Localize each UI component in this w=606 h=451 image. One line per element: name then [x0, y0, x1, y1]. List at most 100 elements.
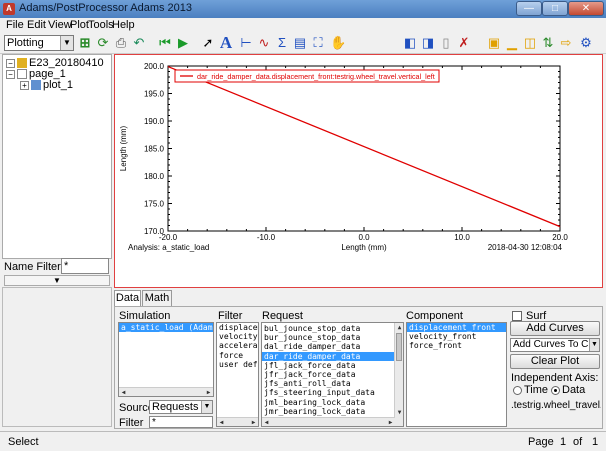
scroll-right-icon[interactable]: ▶ — [204, 388, 213, 396]
request-item[interactable]: jfr_jack_force_data — [262, 370, 403, 379]
menu-file[interactable]: File — [6, 19, 24, 31]
y-axis-label: Length (mm) — [119, 125, 128, 171]
collapse-icon[interactable]: − — [6, 69, 15, 79]
collapse-icon[interactable]: − — [6, 58, 15, 68]
page-forward-icon[interactable]: ◨ — [420, 35, 436, 51]
statistics-icon[interactable]: Σ — [274, 35, 290, 51]
request-item[interactable]: jfs_anti_roll_data — [262, 379, 403, 388]
expand-icon[interactable]: + — [20, 80, 29, 90]
reload-icon[interactable]: ⟳ — [95, 35, 111, 51]
component-item[interactable]: force_front — [407, 341, 506, 350]
text-annotation-icon[interactable]: A — [218, 34, 234, 51]
name-filter-dropdown[interactable]: ▼ — [4, 275, 110, 286]
new-page-icon[interactable]: ⊞ — [77, 35, 93, 51]
request-item[interactable]: jfl_jack_force_data — [262, 361, 403, 370]
page-label: Page — [528, 436, 554, 448]
fit-view-icon[interactable]: ⛶ — [310, 35, 326, 51]
filter-item[interactable]: displaceme — [217, 323, 258, 332]
filter-item[interactable]: velocity — [217, 332, 258, 341]
print-icon[interactable]: ⎙ — [113, 35, 129, 51]
tab-data[interactable]: Data — [114, 290, 141, 306]
request-item[interactable]: jfs_steering_input_data — [262, 388, 403, 397]
request-item[interactable]: jml_bearing_lock_data — [262, 398, 403, 407]
play-icon[interactable]: ▶ — [175, 35, 191, 51]
menu-help[interactable]: Help — [112, 19, 135, 31]
layout-full-icon[interactable]: ▣ — [486, 35, 502, 51]
menu-plot[interactable]: Plot — [70, 19, 89, 31]
component-item[interactable]: displacement_front — [407, 323, 506, 333]
layout-bottom-icon[interactable]: ▁ — [504, 35, 520, 51]
y-tick-label: 180.0 — [144, 172, 165, 181]
model-tree[interactable]: − E23_20180410 − page_1 + plot_1 — [2, 54, 112, 259]
x-tick-label: 10.0 — [454, 233, 470, 242]
request-list-vscrollbar[interactable]: ▲ ▼ — [394, 323, 403, 426]
plot-icon — [31, 80, 41, 91]
request-item[interactable]: jmr_bearing_lock_data — [262, 407, 403, 416]
component-item[interactable]: velocity_front — [407, 332, 506, 341]
window-title: Adams/PostProcessor Adams 2013 — [19, 2, 193, 14]
undo-icon[interactable]: ↶ — [131, 35, 147, 51]
request-item[interactable]: dar_ride_damper_data — [262, 351, 403, 361]
request-item[interactable]: bul_jounce_stop_data — [262, 324, 403, 333]
request-list-hscrollbar[interactable]: ◀ ▶ — [262, 417, 395, 426]
add-mode-select[interactable]: Add Curves To Current ▼ — [510, 338, 600, 352]
menu-view[interactable]: View — [48, 19, 72, 31]
request-header: Request — [262, 310, 303, 322]
scroll-left-icon[interactable]: ◀ — [217, 418, 226, 426]
filter-list[interactable]: displacemevelocityacceleratiforceuser de… — [216, 322, 259, 427]
chevron-down-icon: ▼ — [60, 36, 73, 50]
surf-checkbox[interactable] — [512, 311, 522, 321]
request-item[interactable]: dal_ride_damper_data — [262, 342, 403, 351]
minimize-button[interactable]: — — [516, 1, 542, 16]
close-button[interactable]: ✕ — [568, 1, 604, 16]
data-radio[interactable] — [551, 386, 560, 395]
scroll-right-icon[interactable]: ▶ — [386, 418, 395, 426]
component-list[interactable]: displacement_front velocity_front force_fr… — [406, 322, 507, 427]
page-back-icon[interactable]: ◧ — [402, 35, 418, 51]
page-delete-icon[interactable]: ✗ — [456, 35, 472, 51]
source-select[interactable]: Requests ▼ — [149, 400, 213, 414]
scroll-thumb[interactable] — [396, 333, 402, 361]
request-list[interactable]: bul_jounce_stop_data bur_jounce_stop_data… — [261, 322, 404, 427]
request-item[interactable]: bur_jounce_stop_data — [262, 333, 403, 342]
layout-split-icon[interactable]: ◫ — [522, 35, 538, 51]
simulation-item[interactable]: a_static_load (Adams — [119, 323, 213, 333]
left-lower-panel — [2, 287, 112, 427]
filter-item[interactable]: force — [217, 351, 258, 360]
pan-hand-icon[interactable]: ✋ — [330, 35, 346, 51]
chevron-down-icon: ▼ — [201, 401, 212, 413]
filter-item[interactable]: user defir — [217, 360, 258, 369]
page-new-icon[interactable]: ▯ — [438, 35, 454, 51]
curve-edit-icon[interactable]: ∿ — [256, 35, 272, 51]
rewind-icon[interactable]: ⏮ — [157, 35, 173, 51]
simulation-list[interactable]: a_static_load (Adams ◀ ▶ — [118, 322, 214, 397]
y-tick-label: 190.0 — [144, 117, 165, 126]
add-curves-button[interactable]: Add Curves — [510, 321, 600, 336]
simulation-filter-input[interactable] — [149, 416, 213, 428]
swap-arrows-icon[interactable]: ⇅ — [540, 35, 556, 51]
tab-math[interactable]: Math — [142, 290, 172, 306]
table-icon[interactable]: ▤ — [292, 35, 308, 51]
filter-item[interactable]: accelerati — [217, 341, 258, 350]
menu-tools[interactable]: Tools — [88, 19, 114, 31]
settings-gear-icon[interactable]: ⚙ — [578, 35, 594, 51]
tree-node-plot[interactable]: + plot_1 — [20, 79, 73, 91]
scroll-right-icon[interactable]: ▶ — [249, 418, 258, 426]
menu-edit[interactable]: Edit — [27, 19, 46, 31]
simulation-list-scrollbar[interactable]: ◀ ▶ — [119, 387, 213, 396]
clear-plot-button[interactable]: Clear Plot — [510, 354, 600, 369]
time-radio-label: Time — [524, 384, 549, 396]
select-arrow-icon[interactable]: ➚ — [200, 35, 216, 51]
import-icon[interactable]: ⇨ — [558, 35, 574, 51]
scroll-down-icon[interactable]: ▼ — [395, 408, 403, 417]
scroll-up-icon[interactable]: ▲ — [395, 323, 403, 332]
name-filter-input[interactable] — [61, 258, 109, 274]
plot-area[interactable]: 170.0 175.0 180.0 185.0 190.0 195.0 200.0 -20.0… — [114, 54, 603, 288]
scroll-left-icon[interactable]: ◀ — [119, 388, 128, 396]
axis-icon[interactable]: ⊢ — [238, 35, 254, 51]
mode-select[interactable]: Plotting ▼ — [4, 35, 74, 51]
maximize-button[interactable]: □ — [542, 1, 568, 16]
time-radio[interactable] — [513, 386, 522, 395]
scroll-left-icon[interactable]: ◀ — [262, 418, 271, 426]
filter-list-scrollbar[interactable]: ◀ ▶ — [217, 417, 258, 426]
